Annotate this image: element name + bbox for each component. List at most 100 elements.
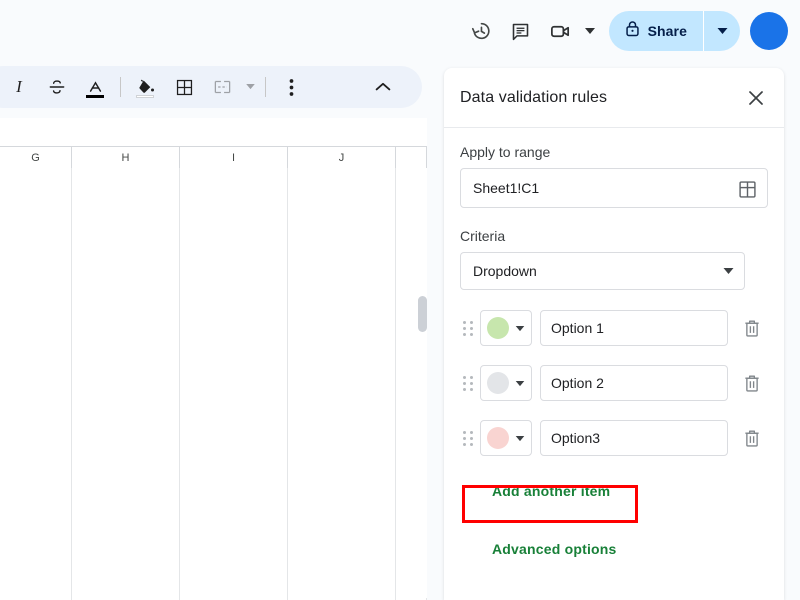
grid-cell[interactable] bbox=[72, 168, 180, 190]
grid-cell[interactable] bbox=[180, 366, 288, 388]
grid-cell[interactable] bbox=[0, 410, 72, 432]
grid-cell[interactable] bbox=[180, 300, 288, 322]
grid-cell[interactable] bbox=[72, 212, 180, 234]
drag-handle-icon[interactable] bbox=[460, 373, 476, 393]
trash-icon[interactable] bbox=[736, 312, 768, 344]
grid-cell[interactable] bbox=[180, 542, 288, 564]
grid-cell[interactable] bbox=[0, 476, 72, 498]
advanced-options-button[interactable]: Advanced options bbox=[482, 533, 627, 565]
collapse-toolbar-button[interactable] bbox=[368, 72, 398, 102]
version-history-icon[interactable] bbox=[461, 11, 501, 51]
range-picker-grid-icon[interactable] bbox=[735, 177, 759, 201]
grid-cell[interactable] bbox=[288, 564, 396, 586]
grid-cell[interactable] bbox=[72, 344, 180, 366]
grid-cell[interactable] bbox=[72, 388, 180, 410]
grid-cell[interactable] bbox=[180, 454, 288, 476]
grid-cell[interactable] bbox=[180, 432, 288, 454]
grid-cell[interactable] bbox=[288, 212, 396, 234]
grid-cell[interactable] bbox=[72, 256, 180, 278]
grid-cell[interactable] bbox=[288, 542, 396, 564]
grid-cell[interactable] bbox=[288, 322, 396, 344]
item-color-select[interactable] bbox=[480, 365, 532, 401]
drag-handle-icon[interactable] bbox=[460, 318, 476, 338]
column-header-G[interactable]: G bbox=[0, 147, 72, 168]
grid-cell[interactable] bbox=[72, 234, 180, 256]
grid-cell[interactable] bbox=[0, 586, 72, 600]
grid-cell[interactable] bbox=[72, 586, 180, 600]
item-value-input[interactable]: Option 2 bbox=[540, 365, 728, 401]
grid-cell[interactable] bbox=[288, 520, 396, 542]
grid-cell[interactable] bbox=[288, 278, 396, 300]
grid-cell[interactable] bbox=[288, 168, 396, 190]
grid-cell[interactable] bbox=[72, 432, 180, 454]
meet-dropdown-caret-icon[interactable] bbox=[581, 14, 599, 48]
grid-cell[interactable] bbox=[180, 322, 288, 344]
grid-cell[interactable] bbox=[0, 212, 72, 234]
grid-cell[interactable] bbox=[180, 212, 288, 234]
grid-cell[interactable] bbox=[180, 476, 288, 498]
column-header-H[interactable]: H bbox=[72, 147, 180, 168]
grid-cell[interactable] bbox=[180, 520, 288, 542]
item-color-select[interactable] bbox=[480, 420, 532, 456]
grid-cell[interactable] bbox=[0, 388, 72, 410]
user-avatar[interactable] bbox=[750, 12, 788, 50]
grid-cell[interactable] bbox=[72, 520, 180, 542]
text-color-button[interactable] bbox=[80, 72, 110, 102]
italic-button[interactable]: I bbox=[4, 72, 34, 102]
grid-cell[interactable] bbox=[180, 498, 288, 520]
column-header-partial-4[interactable] bbox=[396, 147, 427, 168]
grid-cell[interactable] bbox=[0, 234, 72, 256]
meet-button-group[interactable] bbox=[541, 11, 601, 51]
grid-cell[interactable] bbox=[288, 366, 396, 388]
share-button[interactable]: Share bbox=[609, 11, 740, 51]
grid-cell[interactable] bbox=[0, 564, 72, 586]
column-header-J[interactable]: J bbox=[288, 147, 396, 168]
grid-cell[interactable] bbox=[0, 542, 72, 564]
grid-cell[interactable] bbox=[288, 410, 396, 432]
column-header-I[interactable]: I bbox=[180, 147, 288, 168]
fill-color-button[interactable] bbox=[131, 72, 161, 102]
grid-cell[interactable] bbox=[180, 410, 288, 432]
trash-icon[interactable] bbox=[736, 422, 768, 454]
grid-cell[interactable] bbox=[0, 300, 72, 322]
share-dropdown-caret-icon[interactable] bbox=[704, 11, 740, 51]
grid-cell[interactable] bbox=[0, 278, 72, 300]
grid-cell[interactable] bbox=[0, 256, 72, 278]
grid-cell[interactable] bbox=[72, 410, 180, 432]
grid-cell[interactable] bbox=[180, 586, 288, 600]
grid-cell[interactable] bbox=[0, 520, 72, 542]
grid-cell[interactable] bbox=[0, 168, 72, 190]
grid-cell[interactable] bbox=[72, 476, 180, 498]
grid-cell[interactable] bbox=[72, 300, 180, 322]
grid-cell[interactable] bbox=[288, 190, 396, 212]
grid-cell[interactable] bbox=[180, 256, 288, 278]
item-value-input[interactable]: Option3 bbox=[540, 420, 728, 456]
grid-cell[interactable] bbox=[0, 344, 72, 366]
grid-cell[interactable] bbox=[288, 388, 396, 410]
grid-cell[interactable] bbox=[72, 190, 180, 212]
item-color-select[interactable] bbox=[480, 310, 532, 346]
grid-cell[interactable] bbox=[72, 322, 180, 344]
grid-cell[interactable] bbox=[72, 498, 180, 520]
grid-cell[interactable] bbox=[288, 300, 396, 322]
merge-cells-caret-icon[interactable] bbox=[241, 70, 259, 104]
item-value-input[interactable]: Option 1 bbox=[540, 310, 728, 346]
spreadsheet-grid[interactable]: GHIJ bbox=[0, 118, 428, 600]
close-icon[interactable] bbox=[740, 82, 772, 114]
grid-cell[interactable] bbox=[180, 344, 288, 366]
grid-cell[interactable] bbox=[288, 344, 396, 366]
grid-cell[interactable] bbox=[180, 168, 288, 190]
grid-cell[interactable] bbox=[288, 256, 396, 278]
criteria-select[interactable]: Dropdown bbox=[460, 252, 745, 290]
grid-cell[interactable] bbox=[72, 564, 180, 586]
grid-cell[interactable] bbox=[0, 498, 72, 520]
grid-cell[interactable] bbox=[0, 432, 72, 454]
grid-cell[interactable] bbox=[0, 322, 72, 344]
grid-cell[interactable] bbox=[288, 476, 396, 498]
trash-icon[interactable] bbox=[736, 367, 768, 399]
merge-cells-button[interactable] bbox=[207, 72, 237, 102]
grid-cell[interactable] bbox=[288, 498, 396, 520]
drag-handle-icon[interactable] bbox=[460, 428, 476, 448]
apply-to-range-input[interactable]: Sheet1!C1 bbox=[460, 168, 768, 208]
meet-camera-icon[interactable] bbox=[541, 11, 581, 51]
